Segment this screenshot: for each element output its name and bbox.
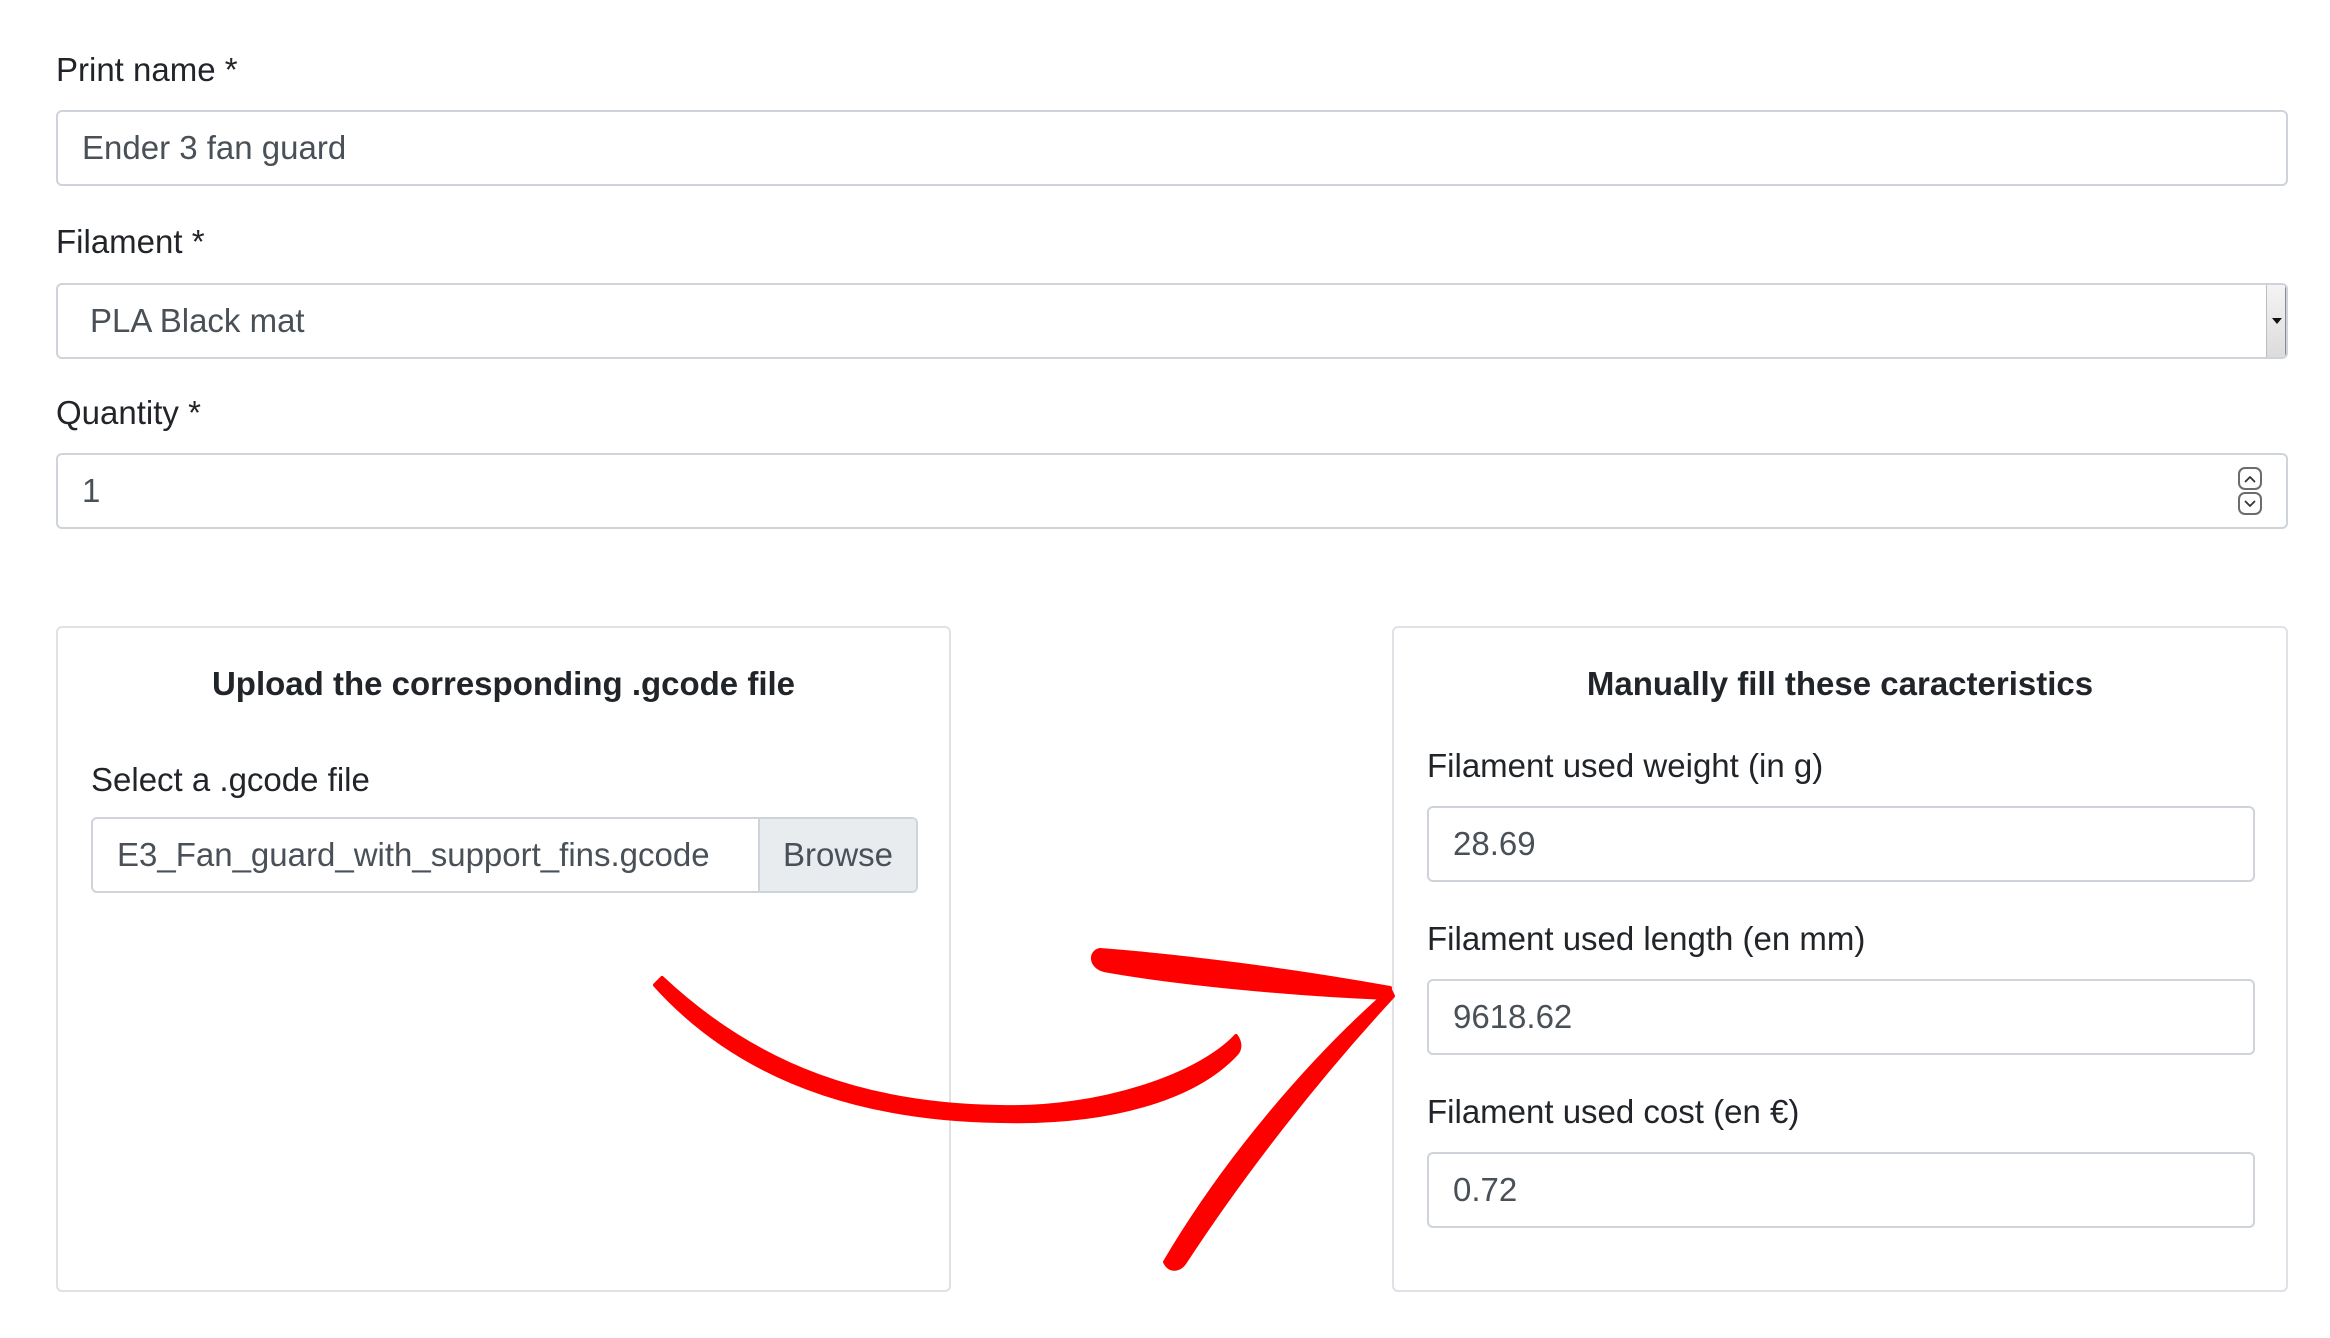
quantity-label: Quantity *	[56, 394, 201, 431]
gcode-file-name: E3_Fan_guard_with_support_fins.gcode	[117, 836, 710, 873]
chevron-down-icon	[2271, 318, 2282, 324]
gcode-file-input[interactable]: E3_Fan_guard_with_support_fins.gcode Bro…	[91, 817, 918, 893]
weight-label: Filament used weight (in g)	[1427, 747, 1824, 784]
upload-card-title: Upload the corresponding .gcode file	[211, 665, 796, 702]
length-label: Filament used length (en mm)	[1427, 920, 1866, 957]
length-value: 9618.62	[1453, 998, 1573, 1035]
manual-card-title: Manually fill these caracteristics	[1586, 665, 2094, 702]
chevron-up-icon	[2244, 475, 2256, 482]
upload-gcode-card: Upload the corresponding .gcode file Sel…	[56, 626, 951, 1292]
chevron-down-icon	[2244, 500, 2256, 507]
select-gcode-label: Select a .gcode file	[91, 761, 370, 798]
browse-label: Browse	[782, 836, 894, 873]
cost-input[interactable]: 0.72	[1427, 1152, 2255, 1228]
weight-value: 28.69	[1453, 825, 1536, 862]
print-name-input[interactable]: Ender 3 fan guard	[56, 110, 2288, 186]
quantity-spinner	[2238, 467, 2262, 515]
length-input[interactable]: 9618.62	[1427, 979, 2255, 1055]
cost-label: Filament used cost (en €)	[1427, 1093, 1800, 1130]
quantity-value: 1	[82, 472, 101, 509]
increment-button[interactable]	[2238, 467, 2262, 490]
weight-input[interactable]: 28.69	[1427, 806, 2255, 882]
print-name-value: Ender 3 fan guard	[82, 129, 347, 166]
filament-select[interactable]: PLA Black mat	[56, 283, 2288, 359]
quantity-stepper[interactable]: 1	[56, 453, 2288, 529]
filament-selected-value: PLA Black mat	[90, 302, 305, 339]
arrow-head-lower	[1163, 988, 1395, 1271]
cost-value: 0.72	[1453, 1171, 1518, 1208]
arrow-head-upper	[1091, 948, 1392, 1000]
decrement-button[interactable]	[2238, 492, 2262, 515]
dropdown-button[interactable]	[2266, 285, 2286, 357]
browse-button[interactable]: Browse	[758, 819, 916, 891]
manual-characteristics-card: Manually fill these caracteristics Filam…	[1392, 626, 2288, 1292]
print-name-label: Print name *	[56, 51, 238, 88]
filament-label: Filament *	[56, 223, 205, 260]
